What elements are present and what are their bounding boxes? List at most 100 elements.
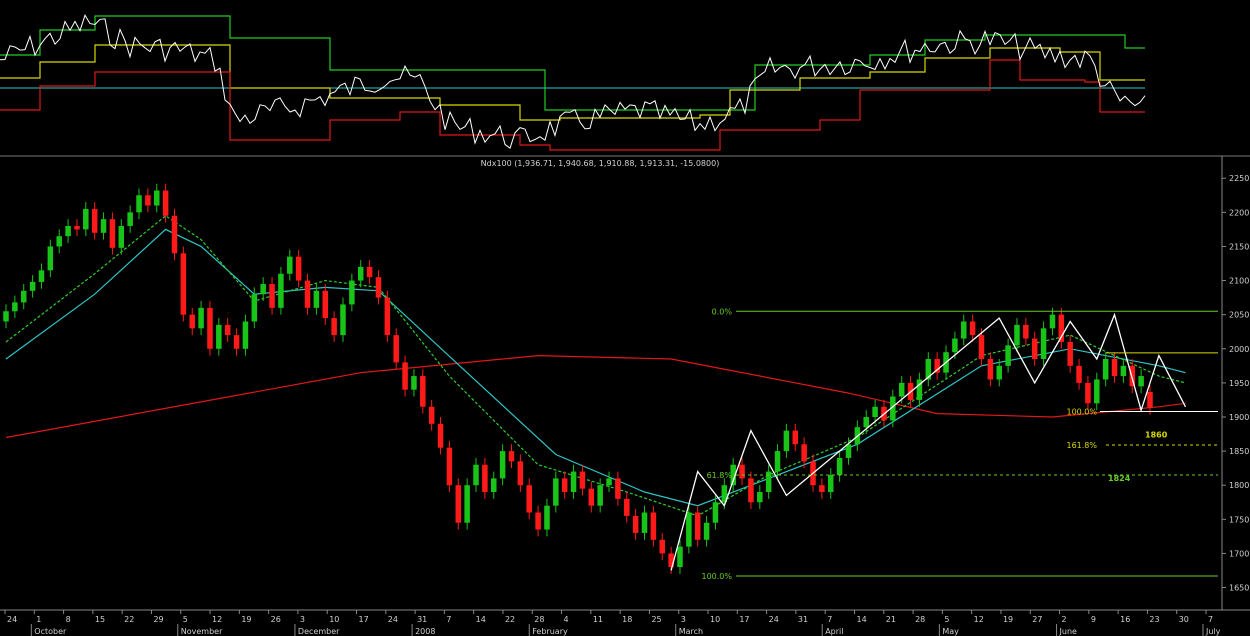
chart-title: Ndx100 (1,936.71, 1,940.68, 1,910.88, 1,…: [481, 159, 720, 168]
candle-body: [118, 225, 125, 248]
candle-body: [162, 190, 169, 216]
y-axis: 2250 2200 2150 2100 2050 2000 1950 1900 1850 1800…: [1221, 156, 1249, 610]
x-day-label: 24: [388, 615, 398, 624]
candle-body: [694, 512, 701, 540]
x-day-label: 24: [7, 615, 17, 624]
fib-price-annotation: 1860: [1145, 430, 1168, 439]
candle-body: [1076, 365, 1082, 383]
candle-body: [1111, 359, 1118, 377]
x-day-label: 21: [886, 615, 896, 624]
indicator-panel: [0, 13, 1146, 151]
x-day-label: 28: [534, 615, 544, 624]
x-day-label: 7: [1208, 615, 1213, 624]
x-month-label: October: [34, 627, 67, 636]
candle-body: [251, 294, 258, 322]
candle-body: [331, 318, 337, 336]
candle-body: [952, 338, 958, 353]
candle-body: [127, 212, 133, 226]
candle-body: [224, 324, 231, 336]
candle-body: [109, 219, 116, 248]
indicator-oscillator-line: [0, 13, 1146, 150]
x-day-label: 5: [183, 615, 188, 624]
candle-body: [499, 451, 506, 479]
candle-body: [624, 498, 630, 516]
candle-body: [3, 311, 9, 322]
candle-body: [233, 335, 240, 349]
x-month-label: April: [825, 627, 843, 636]
candle-body: [393, 335, 399, 363]
candle-body: [473, 464, 479, 486]
candle-body: [1049, 314, 1056, 329]
candle-body: [1023, 324, 1029, 339]
candle-body: [322, 290, 329, 319]
candle-body: [570, 471, 577, 493]
candlesticks: [3, 183, 1153, 574]
y-tick-label: 2250: [1229, 174, 1249, 183]
candle-body: [207, 307, 213, 349]
candle-body: [366, 266, 373, 278]
candle-body: [269, 283, 275, 308]
candle-body: [74, 225, 80, 230]
y-tick-label: 1650: [1229, 584, 1249, 593]
candle-body: [295, 256, 302, 281]
x-month-label: March: [679, 627, 703, 636]
indicator-lower-band: [0, 59, 1145, 151]
x-month-label: May: [942, 627, 959, 636]
fib-extension-label: 161.8%: [1066, 441, 1097, 450]
x-day-label: 7: [446, 615, 451, 624]
candle-body: [659, 539, 665, 554]
candle-body: [535, 512, 541, 530]
x-day-label: 17: [739, 615, 749, 624]
candle-body: [145, 195, 151, 206]
candle-body: [136, 195, 142, 213]
candle-body: [561, 478, 568, 493]
candle-body: [1067, 341, 1073, 366]
x-day-label: 27: [1032, 615, 1042, 624]
candle-body: [83, 208, 89, 230]
candle-body: [20, 290, 27, 303]
fib-retracement-label: 61.8%: [707, 471, 733, 480]
y-tick-label: 2150: [1229, 242, 1249, 251]
candle-body: [588, 488, 595, 506]
candle-body: [278, 273, 284, 308]
candle-body: [987, 359, 994, 380]
y-tick-label: 1700: [1229, 549, 1249, 558]
x-axis: 24 1 8 15 22 29 5 12 19 26 3 10 17 24 31 7 14 22 28 4 11 18 25…: [0, 609, 1250, 636]
x-day-label: 22: [124, 615, 134, 624]
candle-body: [650, 512, 657, 540]
x-month-label: July: [1205, 627, 1221, 636]
candle-body: [597, 485, 603, 506]
fib-retracement-label: 0.0%: [712, 307, 733, 316]
candle-body: [1094, 379, 1100, 404]
x-day-label: 31: [798, 615, 808, 624]
candle-body: [56, 236, 62, 247]
candle-body: [969, 321, 976, 336]
candle-body: [757, 492, 763, 503]
candle-body: [1147, 391, 1153, 408]
candle-body: [38, 270, 45, 282]
candle-body: [446, 447, 453, 486]
candle-body: [91, 208, 98, 233]
x-day-label: 26: [271, 615, 281, 624]
candle-body: [792, 430, 799, 445]
candle-body: [1085, 382, 1091, 404]
indicator-mid-band: [0, 44, 1145, 121]
candle-body: [677, 546, 683, 568]
x-day-label: 3: [681, 615, 686, 624]
candle-body: [242, 321, 249, 349]
candle-body: [47, 246, 54, 271]
candle-body: [544, 505, 550, 530]
x-day-label: 28: [915, 615, 925, 624]
x-month-label: June: [1059, 627, 1078, 636]
candle-body: [375, 277, 382, 298]
fibonacci-levels: 0.0% 61.8% 100.0% 100.0% 161.8% 1860 1824: [701, 307, 1218, 581]
x-day-label: 8: [66, 615, 71, 624]
x-day-label: 17: [359, 615, 369, 624]
candle-body: [464, 485, 470, 523]
candle-body: [260, 283, 266, 295]
y-tick-label: 2100: [1229, 277, 1249, 286]
candle-body: [517, 461, 524, 486]
candle-body: [340, 304, 346, 336]
x-day-label: 18: [622, 615, 632, 624]
x-day-label: 31: [417, 615, 427, 624]
